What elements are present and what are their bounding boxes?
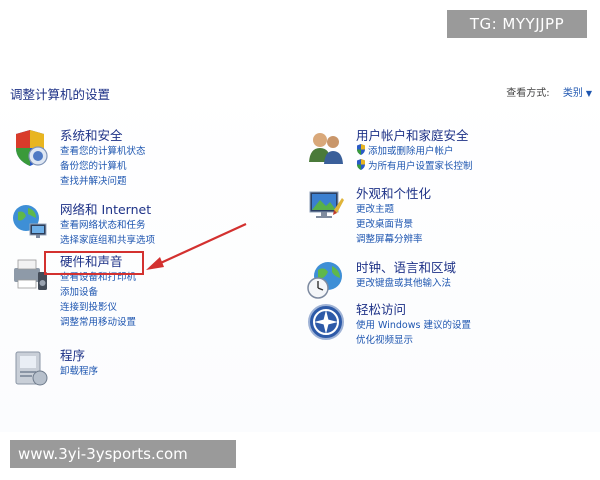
- link-item[interactable]: 连接到投影仪: [60, 300, 136, 315]
- ease-of-access-icon: [308, 304, 344, 340]
- clock-globe-icon: [307, 262, 342, 299]
- chevron-down-icon[interactable]: ▼: [586, 89, 592, 98]
- link-item[interactable]: 查看您的计算机状态: [60, 144, 146, 159]
- red-arrow-icon: [146, 222, 247, 270]
- category-title[interactable]: 网络和 Internet: [60, 202, 155, 218]
- link-item[interactable]: 为所有用户设置家长控制: [356, 159, 473, 174]
- link-item[interactable]: 查找并解决问题: [60, 174, 146, 189]
- view-by: 查看方式: 类别 ▼: [506, 84, 592, 99]
- link-item[interactable]: 优化视频显示: [356, 333, 471, 348]
- link-item[interactable]: 更改键盘或其他输入法: [356, 276, 456, 291]
- category-title[interactable]: 外观和个性化: [356, 186, 431, 202]
- link-item[interactable]: 卸载程序: [60, 364, 98, 379]
- link-item[interactable]: 使用 Windows 建议的设置: [356, 318, 471, 333]
- link-text: 添加或删除用户帐户: [368, 146, 454, 157]
- shield-icon: [16, 130, 48, 166]
- programs-icon: [15, 351, 48, 386]
- category-title[interactable]: 轻松访问: [356, 302, 471, 318]
- view-by-dropdown[interactable]: 类别: [563, 88, 583, 99]
- uac-shield-icon: [357, 159, 365, 170]
- link-item[interactable]: 更改主题: [356, 202, 431, 217]
- view-by-label: 查看方式:: [506, 88, 550, 99]
- appearance-icon: [309, 191, 344, 218]
- page-title: 调整计算机的设置: [10, 87, 111, 102]
- category-title[interactable]: 系统和安全: [60, 128, 146, 144]
- link-item[interactable]: 添加设备: [60, 285, 136, 300]
- watermark-top: TG: MYYJJPP: [447, 10, 587, 38]
- link-item[interactable]: 调整常用移动设置: [60, 315, 136, 330]
- category-title[interactable]: 时钟、语言和区域: [356, 260, 456, 276]
- category-title[interactable]: 用户帐户和家庭安全: [356, 128, 473, 144]
- link-item[interactable]: 调整屏幕分辨率: [356, 232, 431, 247]
- link-item[interactable]: 添加或删除用户帐户: [356, 144, 473, 159]
- control-panel: 调整计算机的设置 查看方式: 类别 ▼ 系统和安全 查看您的计算机状态 备份您的计…: [0, 80, 600, 432]
- network-globe-icon: [13, 205, 47, 238]
- link-item[interactable]: 备份您的计算机: [60, 159, 146, 174]
- users-icon: [309, 133, 343, 164]
- link-text: 为所有用户设置家长控制: [368, 161, 473, 172]
- link-item[interactable]: 更改桌面背景: [356, 217, 431, 232]
- watermark-bottom: www.3yi-3ysports.com: [10, 440, 236, 468]
- highlight-box: [44, 251, 144, 275]
- uac-shield-icon: [357, 144, 365, 155]
- category-title[interactable]: 程序: [60, 348, 98, 364]
